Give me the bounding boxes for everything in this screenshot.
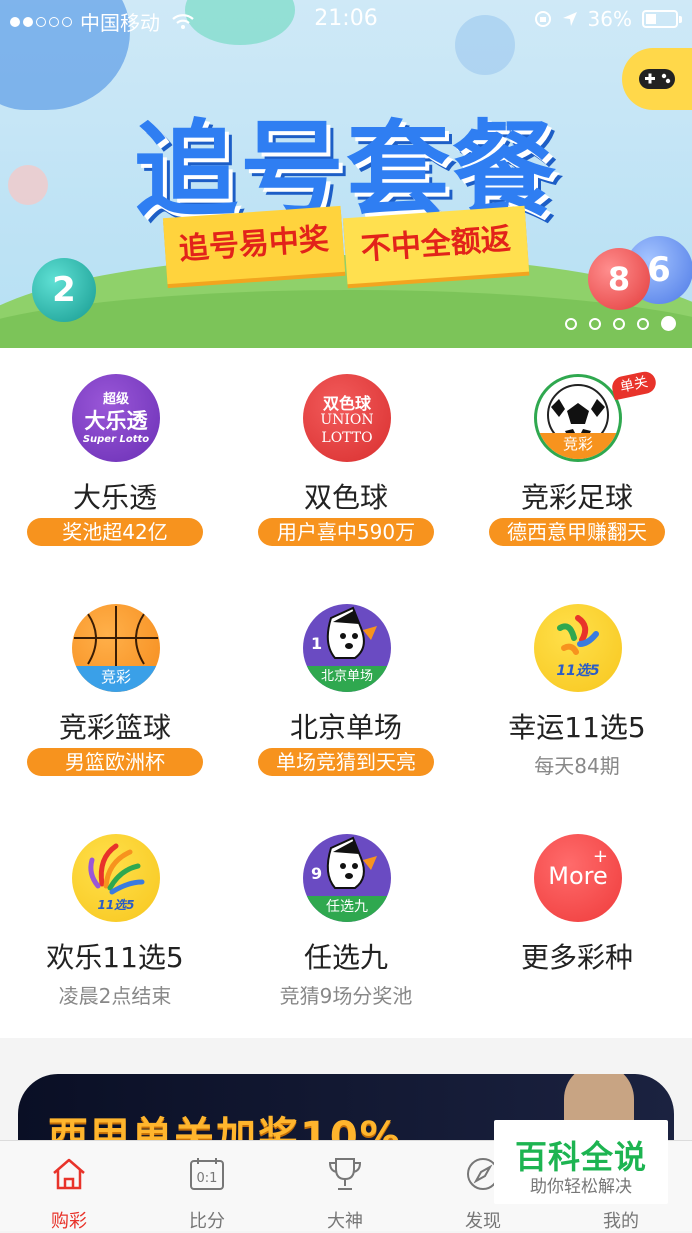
- tab-label: 我的: [603, 1211, 639, 1232]
- game-name: 幸运11选5: [508, 711, 646, 744]
- carousel-dot-active[interactable]: [661, 316, 676, 331]
- tab-label: 大神: [327, 1211, 363, 1232]
- carousel-dot[interactable]: [637, 317, 649, 330]
- promo-banner[interactable]: 追号套餐 追号易中奖 不中全额返 2 6 8: [0, 0, 692, 348]
- game-promo-tag: 奖池超42亿: [27, 518, 203, 546]
- game-subtitle: 凌晨2点结束: [58, 984, 172, 1008]
- game-promo-tag: 男篮欧洲杯: [27, 748, 203, 776]
- game-item-rx9[interactable]: 9 任选九 任选九 竞猜9场分奖池: [231, 808, 461, 1038]
- tab-experts[interactable]: 大神: [276, 1141, 414, 1232]
- single-match-badge: 单关: [610, 369, 658, 401]
- game-item-lucky-11x5[interactable]: 11选5 幸运11选5 每天84期: [462, 578, 692, 808]
- game-promo-tag: 单场竞猜到天亮: [258, 748, 434, 776]
- carousel-dot[interactable]: [589, 317, 601, 330]
- game-name: 欢乐11选5: [46, 941, 184, 974]
- location-icon: [562, 12, 577, 26]
- game-item-more[interactable]: More + 更多彩种: [462, 808, 692, 1038]
- game-item-daletou[interactable]: 超级 大乐透 Super Lotto 大乐透 奖池超42亿: [0, 348, 230, 578]
- game-name: 北京单场: [289, 711, 402, 744]
- rx9-icon: 9 任选九: [303, 834, 391, 922]
- lottery-ball: 8: [588, 248, 650, 310]
- game-name: 竞彩足球: [520, 481, 633, 514]
- lottery-ball: 2: [32, 258, 96, 322]
- basketball-icon: 竞彩: [72, 604, 160, 692]
- game-item-bjdc[interactable]: 1 北京单场 北京单场 单场竞猜到天亮: [231, 578, 461, 808]
- tab-label: 购彩: [51, 1211, 87, 1232]
- watermark-subtitle: 助你轻松解决: [530, 1177, 632, 1197]
- game-promo-tag: 用户喜中590万: [258, 518, 434, 546]
- game-item-jclq[interactable]: 竞彩 竞彩篮球 男篮欧洲杯: [0, 578, 230, 808]
- game-name: 更多彩种: [520, 941, 633, 974]
- watermark: 百科全说 助你轻松解决: [494, 1120, 668, 1204]
- banner-title: 追号套餐: [133, 109, 558, 231]
- game-promo-tag: 德西意甲赚翻天: [489, 518, 665, 546]
- happy-11x5-icon: 11选5: [72, 834, 160, 922]
- bjdc-icon: 1 北京单场: [303, 604, 391, 692]
- home-icon: [53, 1158, 85, 1190]
- game-name: 竞彩篮球: [58, 711, 171, 744]
- tab-label: 比分: [189, 1211, 225, 1232]
- gamepad-icon: [639, 69, 675, 89]
- score-icon: 0:1: [190, 1158, 224, 1190]
- gamepad-button[interactable]: [622, 48, 692, 110]
- tab-score[interactable]: 0:1 比分: [138, 1141, 276, 1232]
- tab-label: 发现: [465, 1211, 501, 1232]
- lottery-grid: 超级 大乐透 Super Lotto 大乐透 奖池超42亿 双色球 UNION …: [0, 348, 692, 1038]
- ssq-icon: 双色球 UNION LOTTO: [303, 374, 391, 462]
- banner-ribbon-left: 追号易中奖: [162, 205, 346, 285]
- game-item-shuangseqiu[interactable]: 双色球 UNION LOTTO 双色球 用户喜中590万: [231, 348, 461, 578]
- svg-text:0:1: 0:1: [197, 1171, 218, 1186]
- dlt-icon: 超级 大乐透 Super Lotto: [72, 374, 160, 462]
- status-bar: 中国移动 21:06 36%: [0, 0, 692, 38]
- orientation-lock-icon: [534, 11, 551, 27]
- game-item-jczq[interactable]: 竞彩 单关 竞彩足球 德西意甲赚翻天: [462, 348, 692, 578]
- banner-ribbon-right: 不中全额返: [342, 205, 530, 285]
- carousel-dot[interactable]: [613, 317, 625, 330]
- status-right: 36%: [534, 7, 682, 31]
- lucky-11x5-icon: 11选5: [534, 604, 622, 692]
- game-name: 任选九: [303, 941, 388, 974]
- battery-icon: [642, 10, 682, 28]
- game-name: 大乐透: [72, 481, 157, 514]
- more-icon: More +: [534, 834, 622, 922]
- trophy-icon: [328, 1158, 362, 1190]
- game-subtitle: 每天84期: [534, 754, 620, 778]
- game-name: 双色球: [303, 481, 388, 514]
- game-subtitle: 竞猜9场分奖池: [279, 984, 413, 1008]
- battery-percent: 36%: [587, 7, 632, 31]
- football-icon: 竞彩: [534, 374, 622, 462]
- carousel-indicator: [565, 316, 676, 331]
- tab-buy[interactable]: 购彩: [0, 1141, 138, 1232]
- game-item-happy-11x5[interactable]: 11选5 欢乐11选5 凌晨2点结束: [0, 808, 230, 1038]
- carousel-dot[interactable]: [565, 317, 577, 330]
